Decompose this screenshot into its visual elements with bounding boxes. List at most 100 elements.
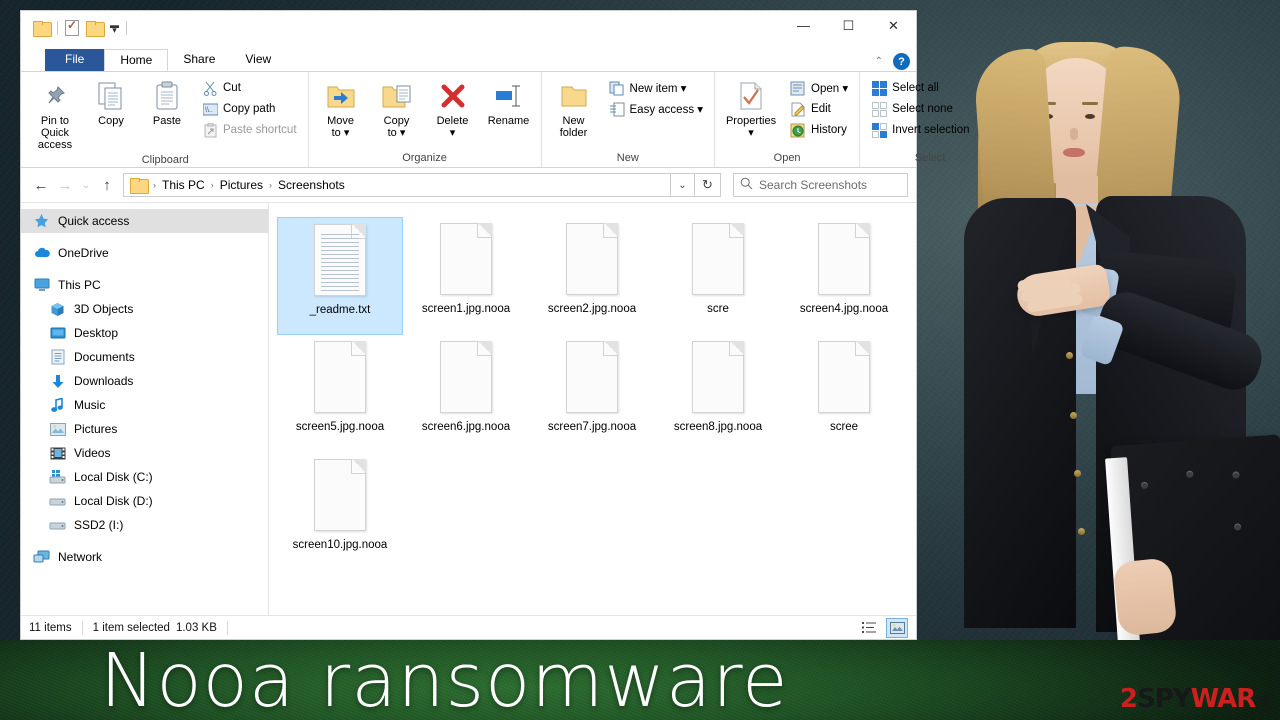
search-box[interactable]: Search Screenshots: [733, 173, 908, 197]
watermark-mid: SPY: [1136, 684, 1192, 714]
file-grid: _readme.txt screen1.jpg.nooa screen2.jpg…: [277, 217, 916, 571]
group-title-organize: Organize: [402, 152, 447, 164]
search-placeholder: Search Screenshots: [759, 178, 868, 192]
select-all-button[interactable]: Select all: [867, 78, 973, 98]
close-button[interactable]: ✕: [871, 11, 916, 40]
sidebar-item-quick-access[interactable]: Quick access: [21, 209, 268, 233]
breadcrumb-pictures[interactable]: Pictures: [216, 176, 267, 194]
item-count: 11 items: [29, 621, 72, 634]
selection-info: 1 item selected: [92, 621, 170, 634]
quick-access-toolbar: ▬▾: [21, 11, 127, 37]
sidebar-item-desktop[interactable]: Desktop: [21, 321, 268, 345]
forward-button[interactable]: →: [53, 173, 77, 197]
ribbon-tabs: File Home Share View ⌃ ?: [21, 49, 916, 71]
drive-icon: [49, 517, 66, 534]
navigation-pane: Quick access OneDrive This PC 3D Objects: [21, 203, 269, 615]
file-item[interactable]: screen10.jpg.nooa: [277, 453, 403, 571]
cut-button[interactable]: Cut: [198, 78, 301, 98]
sidebar-item-onedrive[interactable]: OneDrive: [21, 241, 268, 265]
window-controls: — ☐ ✕: [781, 11, 916, 40]
tab-share[interactable]: Share: [168, 49, 230, 71]
file-item[interactable]: screen4.jpg.nooa: [781, 217, 907, 335]
sidebar-item-local-disk-d[interactable]: Local Disk (D:): [21, 489, 268, 513]
sidebar-item-this-pc[interactable]: This PC: [21, 273, 268, 297]
up-button[interactable]: ↑: [95, 173, 119, 197]
folder-icon[interactable]: [33, 21, 52, 37]
address-dropdown-button[interactable]: ⌄: [671, 173, 695, 197]
file-item[interactable]: scre: [655, 217, 781, 335]
file-item[interactable]: _readme.txt: [277, 217, 403, 335]
delete-label: Delete ▾: [436, 115, 469, 139]
paste-shortcut-label: Paste shortcut: [223, 124, 297, 136]
sidebar-item-3d-objects[interactable]: 3D Objects: [21, 297, 268, 321]
file-item[interactable]: screen2.jpg.nooa: [529, 217, 655, 335]
new-item-label: New item ▾: [629, 83, 687, 95]
paste-button[interactable]: Paste: [139, 76, 195, 130]
move-to-button[interactable]: Move to ▾: [313, 76, 369, 142]
invert-selection-button[interactable]: Invert selection: [867, 120, 973, 140]
help-icon[interactable]: ?: [893, 53, 910, 70]
copy-to-button[interactable]: Copy to ▾: [369, 76, 425, 142]
copy-path-button[interactable]: \\.. Copy path: [198, 99, 301, 119]
collapse-ribbon-icon[interactable]: ⌃: [875, 56, 883, 67]
sidebar-item-ssd2-i[interactable]: SSD2 (I:): [21, 513, 268, 537]
network-icon: [33, 549, 50, 566]
tab-file[interactable]: File: [45, 49, 105, 71]
tab-view[interactable]: View: [230, 49, 286, 71]
documents-icon: [49, 349, 66, 366]
details-view-icon[interactable]: [858, 618, 880, 638]
sidebar-item-videos[interactable]: Videos: [21, 441, 268, 465]
sidebar-item-music[interactable]: Music: [21, 393, 268, 417]
properties-button[interactable]: Properties ▾: [719, 76, 783, 142]
sidebar-item-downloads[interactable]: Downloads: [21, 369, 268, 393]
new-item-button[interactable]: New item ▾: [605, 78, 708, 98]
sidebar-label: OneDrive: [58, 246, 109, 260]
new-folder-button[interactable]: New folder: [546, 76, 602, 142]
file-name: screen1.jpg.nooa: [421, 303, 511, 315]
sidebar-item-documents[interactable]: Documents: [21, 345, 268, 369]
file-item[interactable]: scree: [781, 335, 907, 453]
new-item-icon: [609, 80, 625, 96]
pin-to-quick-access-button[interactable]: Pin to Quick access: [27, 76, 83, 154]
breadcrumb-bar[interactable]: › This PC › Pictures › Screenshots: [123, 173, 671, 197]
edit-button[interactable]: Edit: [786, 99, 852, 119]
breadcrumb-this-pc[interactable]: This PC: [158, 176, 209, 194]
delete-button[interactable]: Delete ▾: [425, 76, 481, 142]
select-none-label: Select none: [892, 103, 953, 115]
jacket-button-1: [1066, 352, 1073, 359]
file-list-pane[interactable]: _readme.txt screen1.jpg.nooa screen2.jpg…: [269, 203, 916, 615]
jacket-left: [964, 198, 1076, 628]
easy-access-button[interactable]: Easy access ▾: [605, 99, 708, 119]
back-button[interactable]: ←: [29, 173, 53, 197]
file-item[interactable]: screen8.jpg.nooa: [655, 335, 781, 453]
file-item[interactable]: screen5.jpg.nooa: [277, 335, 403, 453]
folder-stud-4: [1233, 523, 1242, 531]
open-label: Open ▾: [811, 83, 849, 95]
cut-label: Cut: [223, 82, 241, 94]
maximize-button[interactable]: ☐: [826, 11, 871, 40]
edit-label: Edit: [811, 103, 831, 115]
sidebar-item-network[interactable]: Network: [21, 545, 268, 569]
minimize-button[interactable]: —: [781, 11, 826, 40]
file-item[interactable]: screen7.jpg.nooa: [529, 335, 655, 453]
sidebar-item-pictures[interactable]: Pictures: [21, 417, 268, 441]
tab-home[interactable]: Home: [104, 49, 169, 71]
ribbon-group-clipboard: Pin to Quick access Copy Paste Cut \\.. …: [23, 72, 309, 167]
status-divider: [81, 620, 83, 635]
rename-button[interactable]: Rename: [481, 76, 537, 130]
paste-shortcut-button[interactable]: Paste shortcut: [198, 120, 301, 140]
large-icons-view-icon[interactable]: [886, 617, 908, 638]
customize-quick-access-dropdown[interactable]: ▬ ▾: [110, 20, 119, 35]
select-none-button[interactable]: Select none: [867, 99, 973, 119]
breadcrumb-screenshots[interactable]: Screenshots: [274, 176, 349, 194]
refresh-button[interactable]: ↻: [695, 173, 721, 197]
new-folder-icon[interactable]: [86, 21, 105, 37]
properties-icon[interactable]: [65, 18, 79, 36]
open-button[interactable]: Open ▾: [786, 78, 852, 98]
copy-button[interactable]: Copy: [83, 76, 139, 130]
sidebar-item-local-disk-c[interactable]: Local Disk (C:): [21, 465, 268, 489]
file-item[interactable]: screen6.jpg.nooa: [403, 335, 529, 453]
recent-locations-button[interactable]: ⌄: [77, 173, 95, 197]
history-button[interactable]: History: [786, 120, 852, 140]
file-item[interactable]: screen1.jpg.nooa: [403, 217, 529, 335]
